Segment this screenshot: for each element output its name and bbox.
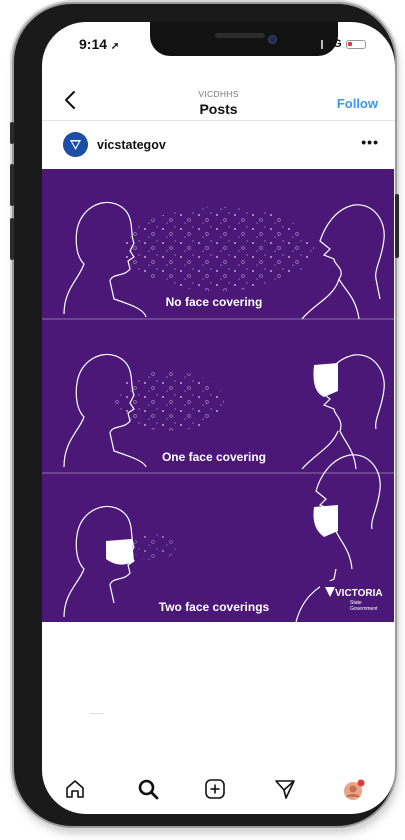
bottom-tab-bar [42,764,395,814]
battery-icon [345,39,366,49]
home-icon[interactable] [64,778,86,800]
phone-screen: 9:14 ➚ 4G VICDHHS Posts Follow vicstateg… [42,22,395,814]
status-indicators: 4G [310,38,366,50]
post-header: vicstategov ••• [42,122,395,166]
front-camera [268,35,277,44]
power-button [395,194,399,258]
profile-avatar[interactable] [342,778,366,802]
volume-down-button [10,218,14,260]
brand-name: VICTORIA [335,588,383,599]
post-username[interactable]: vicstategov [97,138,166,152]
speaker [215,33,265,38]
location-arrow-icon: ➚ [110,41,120,52]
caption-placeholder-line [90,713,104,714]
status-time: 9:14 ➚ [79,36,119,52]
status-time-text: 9:14 [79,36,108,52]
network-label: 4G [327,38,342,50]
brand-line-2: Government [350,606,378,612]
account-avatar[interactable] [63,132,88,157]
direct-message-icon[interactable] [274,778,296,800]
search-icon[interactable] [137,778,159,800]
mute-switch [10,122,14,144]
volume-up-button [10,164,14,206]
notification-dot [357,779,365,787]
panel-label-two-face-coverings: Two face coverings [159,600,270,614]
signal-icon [310,39,323,49]
post-image[interactable]: No face covering One face covering Two f… [42,169,394,622]
panel-label-no-face-covering: No face covering [166,295,263,309]
victoria-government-logo: VICTORIA State Government [320,581,392,617]
post-caption-area [42,622,395,752]
more-options-button[interactable]: ••• [361,134,379,150]
panel-label-one-face-covering: One face covering [162,450,266,464]
posts-header: VICDHHS Posts Follow [42,66,395,121]
face-mask-icon [106,539,134,565]
victoria-logo-icon [63,132,88,157]
follow-button[interactable]: Follow [337,96,378,111]
new-post-icon[interactable] [204,778,226,800]
